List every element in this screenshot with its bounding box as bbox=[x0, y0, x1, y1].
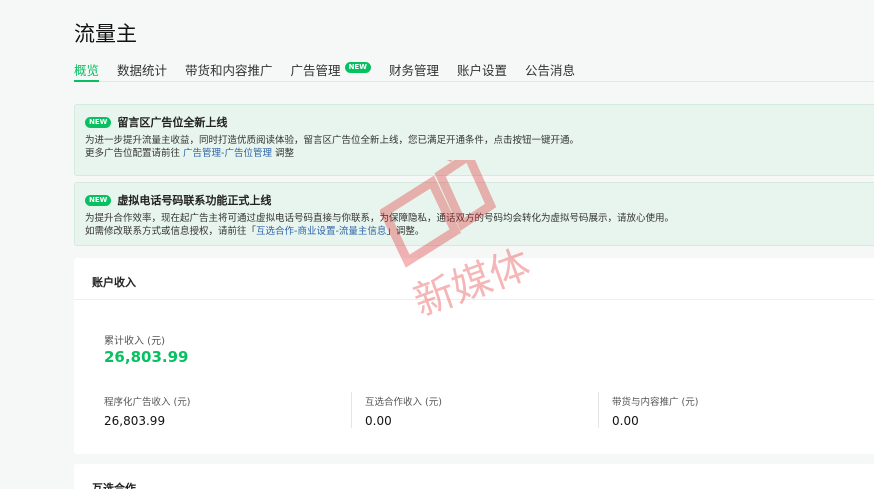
ad-slot-management-link[interactable]: 广告管理-广告位管理 bbox=[183, 148, 272, 159]
new-badge: NEW bbox=[344, 62, 371, 73]
income-item-value: 0.00 bbox=[365, 414, 392, 428]
mutual-cooperation-card: 互选合作 bbox=[74, 464, 874, 489]
notice-footer: 如需修改联系方式或信息授权，请前往「互选合作-商业设置-流量主信息」调整。 bbox=[85, 226, 862, 237]
notice-title-text: 留言区广告位全新上线 bbox=[117, 116, 228, 129]
tab-overview-label: 概览 bbox=[74, 63, 100, 78]
new-badge: NEW bbox=[85, 116, 112, 128]
income-item-value: 26,803.99 bbox=[104, 414, 166, 428]
main-tabs: 概览 数据统计 带货和内容推广 广告管理 NEW 财务管理 账户设置 公告消息 bbox=[74, 60, 874, 82]
account-income-card: 账户收入 累计收入 (元) 26,803.99 程序化广告收入 (元) 26,8… bbox=[74, 258, 874, 454]
tab-announcements[interactable]: 公告消息 bbox=[525, 60, 575, 81]
notice-virtual-phone: NEW 虚拟电话号码联系功能正式上线 为提升合作效率，现在起广告主将可通过虚拟电… bbox=[74, 182, 874, 246]
notice-footer: 更多广告位配置请前往 广告管理-广告位管理 调整 bbox=[85, 148, 862, 159]
tab-finance[interactable]: 财务管理 bbox=[389, 60, 439, 81]
notice-title: NEW 虚拟电话号码联系功能正式上线 bbox=[85, 193, 862, 207]
notice-comment-ad: NEW 留言区广告位全新上线 为进一步提升流量主收益，同时打造优质阅读体验，留言… bbox=[74, 104, 874, 176]
income-breakdown: 程序化广告收入 (元) 26,803.99 互选合作收入 (元) 0.00 带货… bbox=[104, 392, 874, 428]
tab-account-settings-label: 账户设置 bbox=[456, 63, 507, 78]
notice-body: 为提升合作效率，现在起广告主将可通过虚拟电话号码直接与你联系，为保障隐私，通话双… bbox=[85, 213, 675, 224]
income-item-value: 0.00 bbox=[612, 414, 639, 428]
notice-footer-suffix: 调整 bbox=[271, 148, 294, 159]
tab-ad-management-label: 广告管理 bbox=[290, 63, 341, 78]
notice-body: 为进一步提升流量主收益，同时打造优质阅读体验，留言区广告位全新上线，您已满足开通… bbox=[85, 135, 580, 146]
notice-title: NEW 留言区广告位全新上线 bbox=[85, 115, 862, 129]
income-item-label: 带货与内容推广 (元) bbox=[612, 397, 699, 408]
income-item-label: 程序化广告收入 (元) bbox=[104, 397, 191, 408]
total-income-value: 26,803.99 bbox=[104, 348, 189, 366]
tab-announcements-label: 公告消息 bbox=[524, 63, 575, 78]
tab-account-settings[interactable]: 账户设置 bbox=[457, 60, 507, 81]
notice-title-text: 虚拟电话号码联系功能正式上线 bbox=[117, 194, 272, 207]
tab-data-statistics-label: 数据统计 bbox=[117, 63, 168, 78]
income-item-label: 互选合作收入 (元) bbox=[365, 397, 442, 408]
tab-overview[interactable]: 概览 bbox=[74, 60, 100, 82]
mutual-cooperation-title: 互选合作 bbox=[74, 464, 874, 489]
mutual-settings-link[interactable]: 互选合作-商业设置-流量主信息 bbox=[256, 226, 386, 237]
tab-commerce-promotion-label: 带货和内容推广 bbox=[185, 63, 273, 78]
notice-footer-prefix: 更多广告位配置请前往 bbox=[85, 148, 184, 159]
new-badge: NEW bbox=[85, 194, 112, 206]
tab-ad-management[interactable]: 广告管理 NEW bbox=[291, 60, 371, 81]
page-title: 流量主 bbox=[74, 22, 137, 46]
notice-footer-prefix: 如需修改联系方式或信息授权，请前往「 bbox=[85, 226, 257, 237]
tab-data-statistics[interactable]: 数据统计 bbox=[117, 60, 167, 81]
total-income-label: 累计收入 (元) bbox=[104, 336, 165, 347]
commerce-promotion-income: 带货与内容推广 (元) 0.00 bbox=[598, 392, 845, 428]
mutual-cooperation-income: 互选合作收入 (元) 0.00 bbox=[351, 392, 598, 428]
tab-commerce-promotion[interactable]: 带货和内容推广 bbox=[185, 60, 273, 81]
notice-footer-suffix: 」调整。 bbox=[386, 226, 425, 237]
programmatic-ad-income: 程序化广告收入 (元) 26,803.99 bbox=[104, 392, 351, 428]
account-income-title: 账户收入 bbox=[74, 258, 874, 300]
tab-finance-label: 财务管理 bbox=[388, 63, 439, 78]
